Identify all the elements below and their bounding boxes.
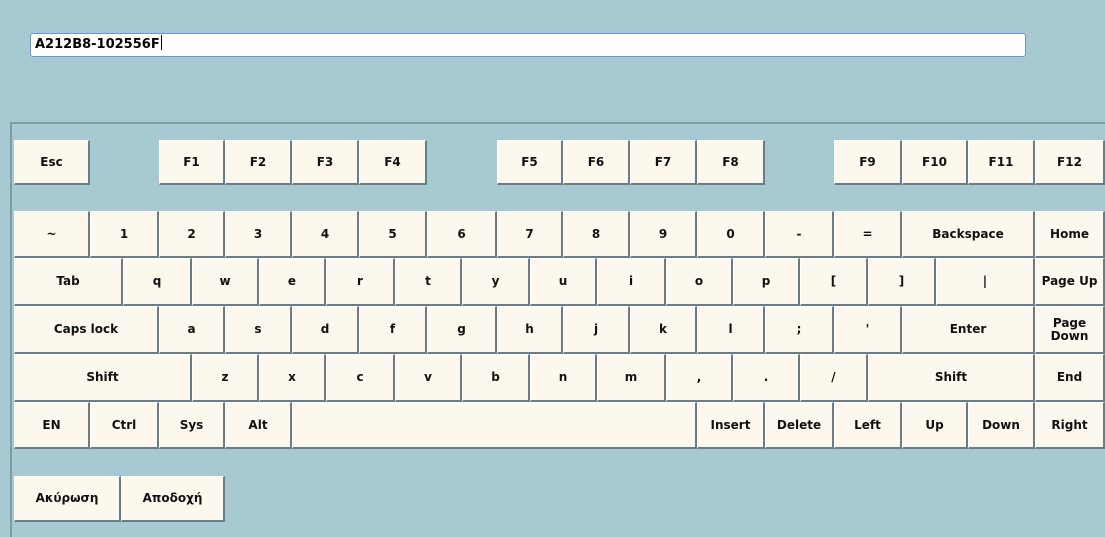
text-caret (160, 35, 162, 50)
caps-lock-key[interactable]: Caps lock (14, 306, 159, 354)
letter-t-key[interactable]: t (395, 258, 462, 306)
letter-g-key[interactable]: g (427, 306, 497, 354)
left-arrow-key[interactable]: Left (834, 402, 902, 449)
letter-o-key[interactable]: o (666, 258, 733, 306)
letter-v-key[interactable]: v (395, 354, 462, 402)
letter-i-key[interactable]: i (597, 258, 666, 306)
accept-button[interactable]: Αποδοχή (121, 476, 225, 522)
digit-1-key[interactable]: 1 (90, 211, 159, 258)
ctrl-key[interactable]: Ctrl (90, 402, 159, 449)
digit-8-key[interactable]: 8 (563, 211, 630, 258)
esc-key[interactable]: Esc (14, 140, 90, 185)
f7-key[interactable]: F7 (630, 140, 697, 185)
equals-key[interactable]: = (834, 211, 902, 258)
f1-key[interactable]: F1 (159, 140, 225, 185)
left-bracket-key[interactable]: [ (800, 258, 868, 306)
f4-key[interactable]: F4 (359, 140, 427, 185)
letter-k-key[interactable]: k (630, 306, 697, 354)
letter-l-key[interactable]: l (697, 306, 765, 354)
digit-4-key[interactable]: 4 (292, 211, 359, 258)
digit-5-key[interactable]: 5 (359, 211, 427, 258)
semicolon-key[interactable]: ; (765, 306, 834, 354)
page-down-key[interactable]: Page Down (1035, 306, 1105, 354)
f2-key[interactable]: F2 (225, 140, 292, 185)
digit-6-key[interactable]: 6 (427, 211, 497, 258)
right-bracket-key[interactable]: ] (868, 258, 936, 306)
f3-key[interactable]: F3 (292, 140, 359, 185)
insert-key[interactable]: Insert (697, 402, 765, 449)
alt-key[interactable]: Alt (225, 402, 292, 449)
letter-y-key[interactable]: y (462, 258, 530, 306)
letter-f-key[interactable]: f (359, 306, 427, 354)
page-up-key[interactable]: Page Up (1035, 258, 1105, 306)
delete-key[interactable]: Delete (765, 402, 834, 449)
end-key[interactable]: End (1035, 354, 1105, 402)
pipe-key[interactable]: | (936, 258, 1035, 306)
letter-h-key[interactable]: h (497, 306, 563, 354)
letter-z-key[interactable]: z (192, 354, 259, 402)
space-bar[interactable] (292, 402, 697, 449)
letter-a-key[interactable]: a (159, 306, 225, 354)
comma-key[interactable]: , (666, 354, 733, 402)
f12-key[interactable]: F12 (1035, 140, 1105, 185)
f9-key[interactable]: F9 (834, 140, 902, 185)
input-value: A212B8-102556F (35, 37, 160, 52)
minus-key[interactable]: - (765, 211, 834, 258)
f10-key[interactable]: F10 (902, 140, 968, 185)
backspace-key[interactable]: Backspace (902, 211, 1035, 258)
cancel-button[interactable]: Ακύρωση (14, 476, 121, 522)
letter-e-key[interactable]: e (259, 258, 326, 306)
letter-c-key[interactable]: c (326, 354, 395, 402)
letter-n-key[interactable]: n (530, 354, 597, 402)
up-arrow-key[interactable]: Up (902, 402, 968, 449)
f8-key[interactable]: F8 (697, 140, 765, 185)
enter-key[interactable]: Enter (902, 306, 1035, 354)
letter-q-key[interactable]: q (123, 258, 192, 306)
tilde-key[interactable]: ~ (14, 211, 90, 258)
letter-j-key[interactable]: j (563, 306, 630, 354)
left-shift-key[interactable]: Shift (14, 354, 192, 402)
input-area: A212B8-102556F (0, 0, 1105, 122)
quote-key[interactable]: ' (834, 306, 902, 354)
letter-w-key[interactable]: w (192, 258, 259, 306)
down-arrow-key[interactable]: Down (968, 402, 1035, 449)
digit-9-key[interactable]: 9 (630, 211, 697, 258)
slash-key[interactable]: / (800, 354, 868, 402)
letter-b-key[interactable]: b (462, 354, 530, 402)
tab-key[interactable]: Tab (14, 258, 123, 306)
f5-key[interactable]: F5 (497, 140, 563, 185)
letter-d-key[interactable]: d (292, 306, 359, 354)
letter-s-key[interactable]: s (225, 306, 292, 354)
period-key[interactable]: . (733, 354, 800, 402)
sys-key[interactable]: Sys (159, 402, 225, 449)
digit-0-key[interactable]: 0 (697, 211, 765, 258)
home-key[interactable]: Home (1035, 211, 1105, 258)
letter-u-key[interactable]: u (530, 258, 597, 306)
letter-x-key[interactable]: x (259, 354, 326, 402)
language-key[interactable]: EN (14, 402, 90, 449)
letter-p-key[interactable]: p (733, 258, 800, 306)
letter-r-key[interactable]: r (326, 258, 395, 306)
digit-2-key[interactable]: 2 (159, 211, 225, 258)
f6-key[interactable]: F6 (563, 140, 630, 185)
right-shift-key[interactable]: Shift (868, 354, 1035, 402)
text-input[interactable]: A212B8-102556F (30, 33, 1026, 57)
right-arrow-key[interactable]: Right (1035, 402, 1105, 449)
digit-3-key[interactable]: 3 (225, 211, 292, 258)
f11-key[interactable]: F11 (968, 140, 1035, 185)
digit-7-key[interactable]: 7 (497, 211, 563, 258)
letter-m-key[interactable]: m (597, 354, 666, 402)
